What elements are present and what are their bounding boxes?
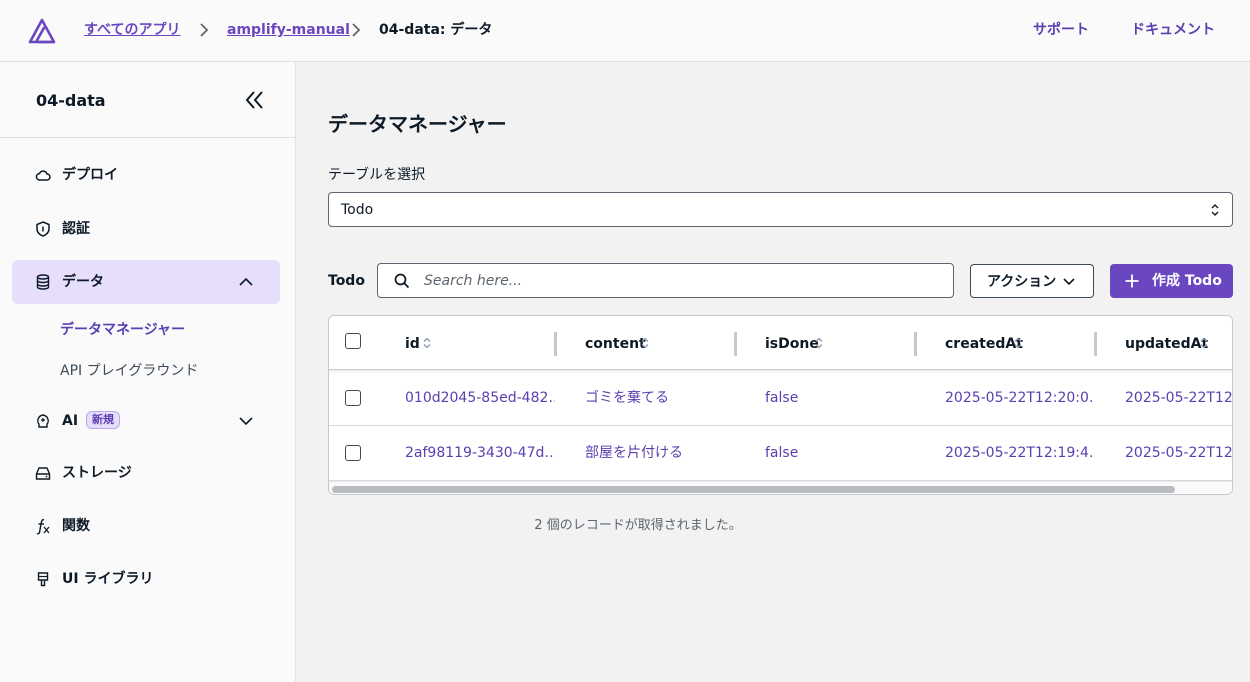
sidebar-item-storage[interactable]: ストレージ xyxy=(12,451,280,495)
amplify-logo-icon[interactable] xyxy=(27,17,57,44)
table-row[interactable]: 010d2045-85ed-482… ゴミを棄てる false 2025-05-… xyxy=(329,371,1232,426)
cell-createdat[interactable]: 2025-05-22T12:20:0… xyxy=(945,388,1095,408)
search-input[interactable] xyxy=(424,270,924,292)
sidebar-divider xyxy=(0,137,296,138)
scrollbar-thumb[interactable] xyxy=(332,486,1175,493)
sidebar-item-auth[interactable]: 認証 xyxy=(12,207,280,251)
create-label: 作成 Todo xyxy=(1152,273,1222,289)
actions-dropdown-button[interactable]: アクション xyxy=(970,264,1094,298)
column-header-createdat[interactable]: createdAt xyxy=(945,334,1023,354)
search-field[interactable] xyxy=(377,263,954,298)
row-checkbox[interactable] xyxy=(345,390,361,406)
sidebar-item-label: デプロイ xyxy=(62,167,118,183)
sidebar-item-label: UI ライブラリ xyxy=(62,571,154,587)
new-badge: 新規 xyxy=(86,411,120,429)
column-resizer[interactable] xyxy=(914,332,917,356)
sort-icon[interactable] xyxy=(423,337,431,349)
chevron-down-icon xyxy=(1063,278,1075,286)
cell-id[interactable]: 010d2045-85ed-482… xyxy=(405,388,555,408)
sidebar-item-label: ストレージ xyxy=(62,465,132,481)
breadcrumb-app[interactable]: amplify-manual xyxy=(227,20,350,40)
horizontal-scrollbar[interactable] xyxy=(329,481,1232,494)
cell-updatedat[interactable]: 2025-05-22T12:2 xyxy=(1125,388,1232,408)
support-link[interactable]: サポート xyxy=(1033,20,1089,40)
cell-content[interactable]: 部屋を片付ける xyxy=(585,443,735,463)
table-select-value: Todo xyxy=(341,202,374,218)
table-select[interactable]: Todo xyxy=(328,192,1233,227)
sidebar-item-label: データ xyxy=(62,274,104,290)
plus-icon xyxy=(1125,274,1139,288)
cell-updatedat[interactable]: 2025-05-22T12:1 xyxy=(1125,443,1232,463)
cell-isdone[interactable]: false xyxy=(765,443,915,463)
storage-icon xyxy=(35,467,51,480)
column-header-id[interactable]: id xyxy=(405,334,420,354)
select-all-checkbox[interactable] xyxy=(345,333,361,349)
cell-createdat[interactable]: 2025-05-22T12:19:4… xyxy=(945,443,1095,463)
breadcrumb-all-apps[interactable]: すべてのアプリ xyxy=(84,20,180,40)
sidebar-item-functions[interactable]: 関数 xyxy=(12,504,280,548)
chevron-right-icon xyxy=(200,23,209,37)
page-title: データマネージャー xyxy=(328,112,507,136)
column-resizer[interactable] xyxy=(734,332,737,356)
sort-icon[interactable] xyxy=(815,337,823,349)
table-select-label: テーブルを選択 xyxy=(328,167,426,183)
sidebar-item-label: 認証 xyxy=(62,221,90,237)
sidebar: 04-data デプロイ 認証 データ データマネージャー API プレイグラウ… xyxy=(0,62,296,682)
app-name: 04-data xyxy=(36,91,106,110)
sidebar-subitem-data-manager[interactable]: データマネージャー xyxy=(60,320,185,340)
shield-icon xyxy=(36,221,50,237)
database-icon xyxy=(36,274,50,290)
create-record-button[interactable]: 作成 Todo xyxy=(1110,264,1233,298)
collapse-sidebar-icon[interactable] xyxy=(244,89,266,111)
sidebar-item-ai[interactable]: AI 新規 xyxy=(12,399,280,443)
chevron-up-icon[interactable] xyxy=(238,275,254,289)
chevron-right-icon xyxy=(352,23,361,37)
sidebar-item-ui-library[interactable]: UI ライブラリ xyxy=(12,557,280,601)
breadcrumb-current: 04-data: データ xyxy=(379,22,493,38)
sidebar-item-deploy[interactable]: デプロイ xyxy=(12,153,280,197)
column-resizer[interactable] xyxy=(1094,332,1097,356)
table-name-heading: Todo xyxy=(328,273,365,289)
sort-icon[interactable] xyxy=(641,337,649,349)
select-updown-icon xyxy=(1211,204,1219,216)
sidebar-item-label: 関数 xyxy=(62,518,90,534)
cloud-icon xyxy=(35,170,51,181)
ui-library-icon xyxy=(37,572,49,587)
column-header-updatedat[interactable]: updatedAt xyxy=(1125,334,1208,354)
sidebar-item-data[interactable]: データ xyxy=(12,260,280,304)
column-header-content[interactable]: content xyxy=(585,334,646,354)
row-checkbox[interactable] xyxy=(345,445,361,461)
search-icon xyxy=(394,273,410,289)
chevron-down-icon[interactable] xyxy=(238,414,254,428)
cell-isdone[interactable]: false xyxy=(765,388,915,408)
table-row[interactable]: 2af98119-3430-47d… 部屋を片付ける false 2025-05… xyxy=(329,426,1232,481)
records-status-text: 2 個のレコードが取得されました。 xyxy=(534,518,742,533)
cell-content[interactable]: ゴミを棄てる xyxy=(585,388,735,408)
docs-link[interactable]: ドキュメント xyxy=(1131,20,1215,40)
column-header-isdone[interactable]: isDone xyxy=(765,334,819,354)
sort-icon[interactable] xyxy=(1014,337,1022,349)
top-navigation-bar: すべてのアプリ amplify-manual 04-data: データ サポート… xyxy=(0,0,1250,62)
sidebar-subitem-api-playground[interactable]: API プレイグラウンド xyxy=(60,361,198,381)
table-header: id content isDone createdAt updatedAt xyxy=(329,316,1232,370)
ai-brain-icon xyxy=(37,414,49,428)
data-table: id content isDone createdAt updatedAt 01… xyxy=(328,315,1233,495)
sort-icon[interactable] xyxy=(1200,337,1208,349)
actions-label: アクション xyxy=(987,274,1057,290)
column-resizer[interactable] xyxy=(554,332,557,356)
function-icon xyxy=(36,518,50,535)
cell-id[interactable]: 2af98119-3430-47d… xyxy=(405,443,555,463)
sidebar-item-label: AI xyxy=(62,413,79,429)
